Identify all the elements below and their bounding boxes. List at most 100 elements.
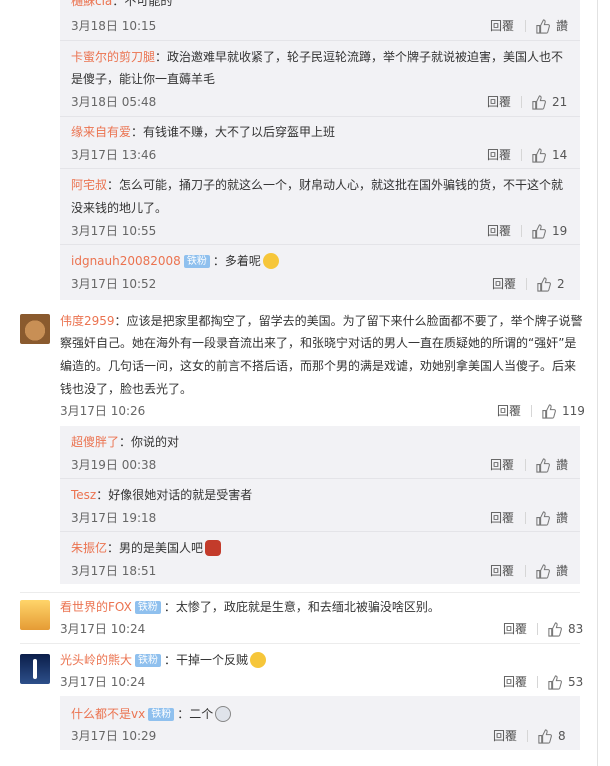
separator: ：	[131, 125, 144, 139]
reply-text-line-2: 没来钱的地儿了。	[71, 201, 168, 215]
reply-body: 不可能的	[124, 0, 173, 8]
comment-text-line: 编造的。几句话一问，这女的前言不搭后语，而那个男的满是戏谑，劝她别拿美国人当傻子…	[60, 359, 577, 373]
reply-separator	[60, 531, 580, 532]
like-button[interactable]: 19	[531, 223, 567, 239]
separator: ：	[114, 314, 127, 328]
reply-separator	[60, 244, 580, 245]
like-button[interactable]: 讚	[535, 563, 568, 579]
user-name-link[interactable]: 伟度2959	[60, 314, 115, 328]
user-name-link[interactable]: 超傻胖了	[71, 435, 119, 449]
thumbs-up-icon	[532, 94, 546, 110]
reply-button[interactable]: 回覆	[490, 563, 514, 579]
user-name-link[interactable]: idgnauh20082008	[71, 254, 181, 268]
reply-button[interactable]: 回覆	[490, 457, 514, 473]
fan-badge: 铁粉	[148, 708, 175, 721]
skull-face-icon	[215, 706, 232, 722]
user-name-link[interactable]: 阿宅叔	[71, 178, 107, 192]
like-button[interactable]: 14	[531, 147, 567, 163]
reply-separator	[60, 168, 580, 169]
thumbs-up-icon	[536, 18, 550, 34]
reply-body: 好像很她对话的就是受害者	[108, 488, 253, 502]
reply-text: 超傻胖了：你说的对	[71, 431, 179, 453]
separator: ：	[107, 541, 120, 555]
fan-badge: 铁粉	[134, 601, 161, 614]
reply-button[interactable]: 回覆	[487, 94, 511, 110]
comment-separator	[20, 643, 580, 644]
separator: ：	[96, 488, 109, 502]
reply-button[interactable]: 回覆	[503, 674, 527, 690]
reply-time: 3月19日 00:38	[71, 458, 157, 472]
reply-body: 怎么可能，捅刀子的就这么一个，财帛动人心，就这批在国外骗钱的货，不干这个就	[119, 178, 564, 192]
reply-text-line-2: 是傻子，能让你一直薅羊毛	[71, 72, 216, 86]
like-button[interactable]: 119	[541, 403, 585, 419]
reply-button[interactable]: 回覆	[490, 18, 514, 34]
separator: ：	[107, 178, 120, 192]
thumbs-up-icon	[536, 457, 550, 473]
comment-separator	[20, 592, 580, 593]
like-button[interactable]: 83	[547, 621, 583, 637]
user-name-link[interactable]: 樋蘇cia	[71, 0, 112, 8]
like-button[interactable]: 讚	[535, 18, 568, 34]
reply-time: 3月18日 05:48	[71, 95, 157, 109]
reply-body: 二个	[189, 707, 214, 721]
user-name-link[interactable]: 卡蜜尔的剪刀腿	[71, 50, 155, 64]
reply-button[interactable]: 回覆	[497, 403, 521, 419]
fan-badge: 铁粉	[135, 654, 162, 667]
thumbs-up-icon	[532, 147, 546, 163]
reply-thread-4: 什么都不是vx 铁粉 ：二个 3月17日 10:29 回覆 8	[60, 696, 580, 750]
thumbs-up-icon	[536, 510, 550, 526]
reply-body: 你说的对	[131, 435, 180, 449]
reply-thread-1: 樋蘇cia：不可能的 3月18日 10:15 回覆 讚 卡蜜尔的剪刀腿：政治邀难…	[60, 0, 580, 300]
user-name-link[interactable]: Tesz	[71, 488, 96, 502]
reply-body: 男的是美国人吧	[119, 541, 204, 555]
like-button[interactable]: 21	[531, 94, 567, 110]
reply-button[interactable]: 回覆	[490, 510, 514, 526]
separator: ：	[212, 254, 225, 268]
reply-button[interactable]: 回覆	[487, 223, 511, 239]
like-button[interactable]: 2	[536, 276, 565, 292]
like-count: 21	[552, 95, 568, 109]
reply-text: 樋蘇cia：不可能的	[71, 0, 172, 12]
separator: ：	[119, 435, 132, 449]
separator: ：	[112, 0, 125, 8]
user-name-link[interactable]: 看世界的FOX	[60, 600, 132, 614]
user-name-link[interactable]: 朱振亿	[71, 541, 107, 555]
like-count: 讚	[556, 511, 569, 525]
fan-badge: 铁粉	[183, 255, 210, 268]
reply-text: 缘来自有爱：有钱谁不赚，大不了以后穿盔甲上班	[71, 121, 335, 143]
reply-text: 什么都不是vx 铁粉 ：二个	[71, 703, 232, 725]
like-button[interactable]: 53	[547, 674, 583, 690]
like-button[interactable]: 讚	[535, 510, 568, 526]
divider	[525, 20, 526, 32]
user-name-link[interactable]: 缘来自有爱	[71, 125, 131, 139]
comment-time: 3月17日 10:26	[60, 404, 146, 418]
user-name-link[interactable]: 什么都不是vx	[71, 707, 145, 721]
reply-button[interactable]: 回覆	[493, 728, 517, 744]
reply-separator	[60, 116, 580, 117]
like-button[interactable]: 8	[537, 728, 566, 744]
divider	[521, 96, 522, 108]
divider	[525, 512, 526, 524]
comment-text: 光头岭的熊大 铁粉 ：干掉一个反贼	[60, 649, 267, 671]
divider	[527, 730, 528, 742]
reply-thread-2: 超傻胖了：你说的对 3月19日 00:38 回覆 讚 Tesz：好像很她对话的就…	[60, 426, 580, 584]
comment-body: 应该是把家里都掏空了，留学去的美国。为了留下来什么脸面都不要了，举个牌子说警	[126, 314, 583, 328]
separator: ：	[177, 707, 190, 721]
reply-button[interactable]: 回覆	[492, 276, 516, 292]
user-name-link[interactable]: 光头岭的熊大	[60, 653, 132, 667]
divider	[526, 278, 527, 290]
like-button[interactable]: 讚	[535, 457, 568, 473]
user-avatar[interactable]	[20, 600, 50, 630]
reply-button[interactable]: 回覆	[503, 621, 527, 637]
reply-time: 3月17日 18:51	[71, 564, 157, 578]
comment-body: 干掉一个反贼	[176, 653, 249, 667]
user-avatar[interactable]	[20, 654, 50, 684]
reply-separator	[60, 40, 580, 41]
reply-text: 阿宅叔：怎么可能，捅刀子的就这么一个，财帛动人心，就这批在国外骗钱的货，不干这个…	[71, 174, 563, 196]
comment-time: 3月17日 10:24	[60, 622, 146, 636]
thumbs-up-icon	[542, 403, 556, 419]
reply-button[interactable]: 回覆	[487, 147, 511, 163]
user-avatar[interactable]	[20, 314, 50, 344]
like-count: 2	[557, 277, 565, 291]
like-count: 53	[568, 675, 584, 689]
